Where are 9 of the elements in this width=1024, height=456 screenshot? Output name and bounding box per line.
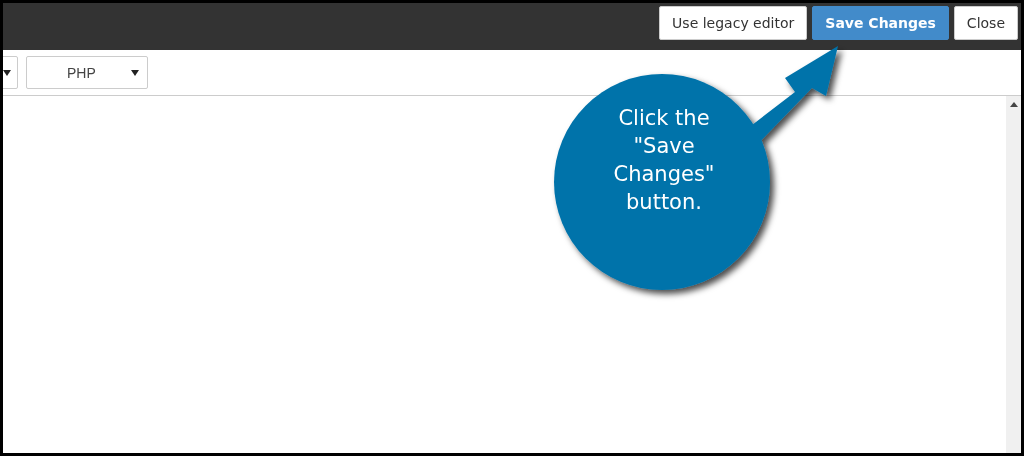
caret-icon bbox=[131, 69, 139, 76]
language-dropdown[interactable]: PHP bbox=[26, 56, 148, 89]
dropdown[interactable] bbox=[3, 56, 18, 89]
scroll-up-icon[interactable] bbox=[1009, 102, 1018, 107]
header-button[interactable]: Close bbox=[953, 6, 1018, 40]
header-button[interactable]: Save Changes bbox=[812, 6, 949, 40]
caret-icon bbox=[3, 69, 11, 76]
callout-text: Click the "Save Changes" button. bbox=[612, 105, 716, 216]
header-button[interactable]: Use legacy editor bbox=[659, 6, 808, 40]
